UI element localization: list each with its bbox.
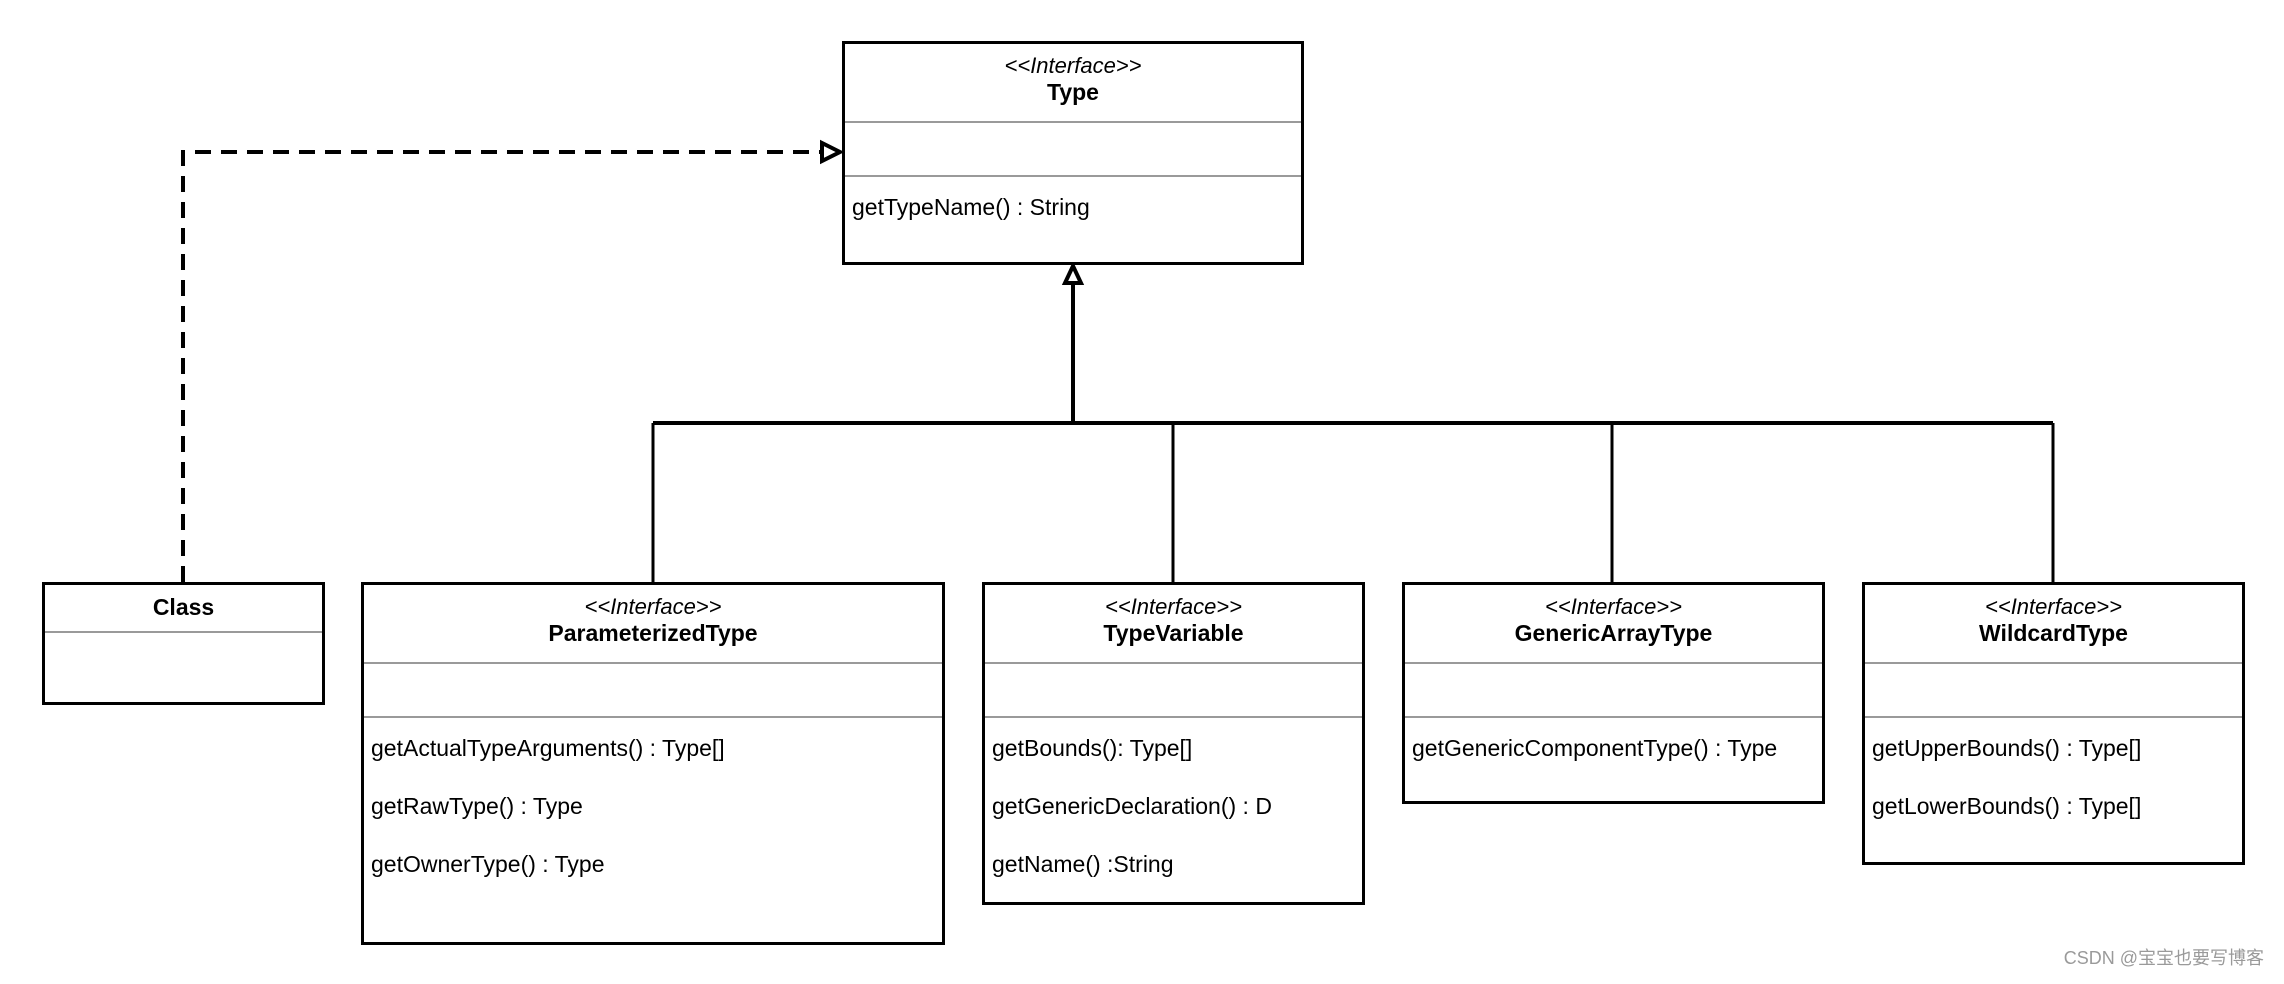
methods-divider xyxy=(364,716,942,718)
attributes-divider xyxy=(364,662,942,664)
uml-diagram: <<Interface>> Type getTypeName() : Strin… xyxy=(0,0,2284,984)
realization-connector-class-to-type xyxy=(181,150,822,582)
generalization-arrowhead-icon xyxy=(1061,261,1085,285)
class-name: Type xyxy=(1047,79,1099,105)
realization-arrowhead-icon xyxy=(820,139,845,165)
attributes-divider xyxy=(45,631,322,633)
method-item: getBounds(): Type[] xyxy=(992,735,1193,761)
method-item: getGenericDeclaration() : D xyxy=(992,793,1272,819)
method-item: getName() :String xyxy=(992,851,1174,877)
method-item: getRawType() : Type xyxy=(371,793,583,819)
attributes-divider xyxy=(1865,662,2242,664)
stereotype-label: <<Interface>> xyxy=(1004,53,1142,78)
methods-divider xyxy=(1405,716,1822,718)
class-box-typevariable[interactable]: <<Interface>> TypeVariable getBounds(): … xyxy=(982,582,1365,905)
watermark: CSDN @宝宝也要写博客 xyxy=(2063,948,2264,968)
stereotype-label: <<Interface>> xyxy=(1545,594,1682,619)
method-item: getTypeName() : String xyxy=(852,194,1090,220)
class-name: TypeVariable xyxy=(1103,620,1244,646)
class-box-parameterizedtype[interactable]: <<Interface>> ParameterizedType getActua… xyxy=(361,582,945,945)
methods-list: getActualTypeArguments() : Type[] getRaw… xyxy=(371,719,938,893)
method-item: getUpperBounds() : Type[] xyxy=(1872,735,2142,761)
methods-divider xyxy=(985,716,1362,718)
methods-list: getGenericComponentType() : Type xyxy=(1412,719,1818,777)
class-name: ParameterizedType xyxy=(548,620,758,646)
attributes-divider xyxy=(845,121,1301,123)
class-box-wildcardtype[interactable]: <<Interface>> WildcardType getUpperBound… xyxy=(1862,582,2245,865)
methods-list: getUpperBounds() : Type[] getLowerBounds… xyxy=(1872,719,2238,835)
class-name: Class xyxy=(152,594,215,620)
stereotype-label: <<Interface>> xyxy=(584,594,722,619)
methods-divider xyxy=(1865,716,2242,718)
methods-list: getBounds(): Type[] getGenericDeclaratio… xyxy=(992,719,1358,893)
method-item: getGenericComponentType() : Type xyxy=(1412,735,1778,761)
attributes-divider xyxy=(1405,662,1822,664)
class-box-class[interactable]: Class xyxy=(42,582,325,705)
methods-divider xyxy=(845,175,1301,177)
method-item: getActualTypeArguments() : Type[] xyxy=(371,735,725,761)
class-name: WildcardType xyxy=(1979,620,2128,646)
class-name: GenericArrayType xyxy=(1514,620,1713,646)
class-box-genericarraytype[interactable]: <<Interface>> GenericArrayType getGeneri… xyxy=(1402,582,1825,804)
methods-list: getTypeName() : String xyxy=(852,178,1297,236)
class-box-type[interactable]: <<Interface>> Type getTypeName() : Strin… xyxy=(842,41,1304,265)
method-item: getLowerBounds() : Type[] xyxy=(1872,793,2142,819)
stereotype-label: <<Interface>> xyxy=(1985,594,2122,619)
attributes-divider xyxy=(985,662,1362,664)
method-item: getOwnerType() : Type xyxy=(371,851,605,877)
stereotype-label: <<Interface>> xyxy=(1105,594,1242,619)
